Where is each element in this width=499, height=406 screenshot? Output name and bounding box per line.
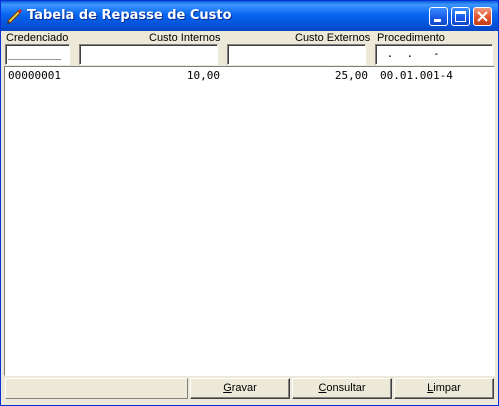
maximize-button[interactable] bbox=[451, 7, 470, 26]
app-window: Tabela de Repasse de Custo Credenciado C… bbox=[0, 0, 499, 406]
maximize-icon bbox=[455, 11, 466, 22]
close-button[interactable] bbox=[473, 7, 492, 26]
window-title: Tabela de Repasse de Custo bbox=[27, 8, 232, 23]
credenciado-filter-field[interactable]: ________ bbox=[5, 44, 70, 65]
procedimento-mask: . . - bbox=[380, 47, 440, 60]
header-custo-externos: Custo Externos bbox=[295, 32, 371, 44]
header-procedimento: Procedimento bbox=[377, 32, 445, 44]
minimize-icon bbox=[434, 19, 441, 22]
credenciado-mask: ________ bbox=[8, 47, 61, 60]
cell-custo-externos: 25,00 bbox=[334, 69, 368, 82]
button-bar: Gravar Consultar Limpar bbox=[4, 377, 495, 402]
cell-custo-internos: 10,00 bbox=[186, 69, 220, 82]
limpar-button[interactable]: Limpar bbox=[394, 378, 494, 399]
limpar-label: impar bbox=[433, 382, 461, 394]
consultar-button[interactable]: Consultar bbox=[292, 378, 392, 399]
consultar-label: onsultar bbox=[326, 382, 366, 394]
status-panel bbox=[5, 378, 188, 399]
gravar-accel: G bbox=[223, 382, 232, 394]
cell-procedimento: 00.01.001-4 bbox=[380, 69, 453, 82]
header-credenciado: Credenciado bbox=[6, 32, 69, 44]
header-custo-internos: Custo Internos bbox=[149, 32, 221, 44]
table-row[interactable]: 00000001 10,00 25,00 00.01.001-4 bbox=[6, 69, 493, 83]
results-grid[interactable]: 00000001 10,00 25,00 00.01.001-4 bbox=[4, 66, 495, 376]
client-area: Credenciado Custo Internos Custo Externo… bbox=[4, 31, 495, 402]
procedimento-filter-field[interactable]: . . - bbox=[375, 44, 493, 65]
app-pen-icon bbox=[7, 9, 22, 24]
cell-credenciado: 00000001 bbox=[8, 69, 61, 82]
custo-externos-filter-field[interactable] bbox=[227, 44, 366, 65]
title-bar[interactable]: Tabela de Repasse de Custo bbox=[1, 1, 498, 31]
custo-internos-filter-field[interactable] bbox=[79, 44, 218, 65]
close-icon bbox=[477, 11, 488, 22]
gravar-button[interactable]: Gravar bbox=[190, 378, 290, 399]
minimize-button[interactable] bbox=[429, 7, 448, 26]
gravar-label: ravar bbox=[231, 382, 257, 394]
